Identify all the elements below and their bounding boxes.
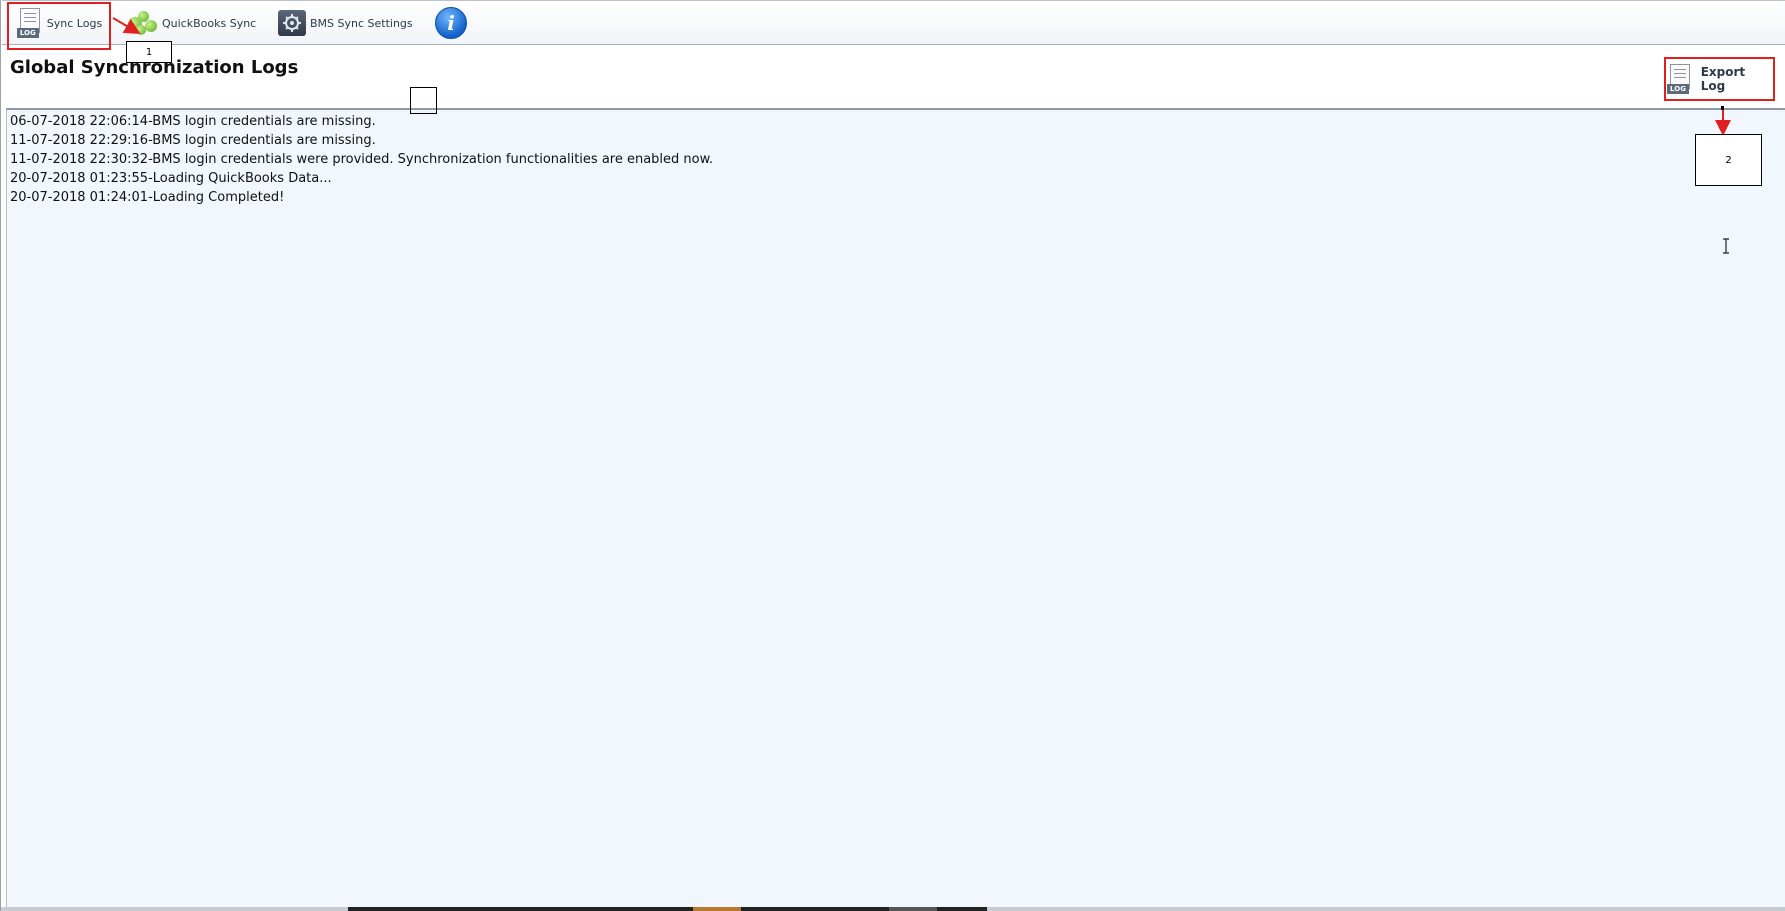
callout-1: 1 [126, 41, 172, 63]
app-window: LOG Sync Logs QuickBooks Sync BMS Sync S… [0, 0, 1785, 911]
arrow-1 [112, 17, 141, 35]
taskbar-strip [1, 907, 1785, 911]
callout-2: 2 [1695, 134, 1762, 186]
callout-empty [410, 87, 437, 114]
text-cursor-icon [1723, 238, 1729, 254]
annotation-arrows [112, 17, 1731, 136]
